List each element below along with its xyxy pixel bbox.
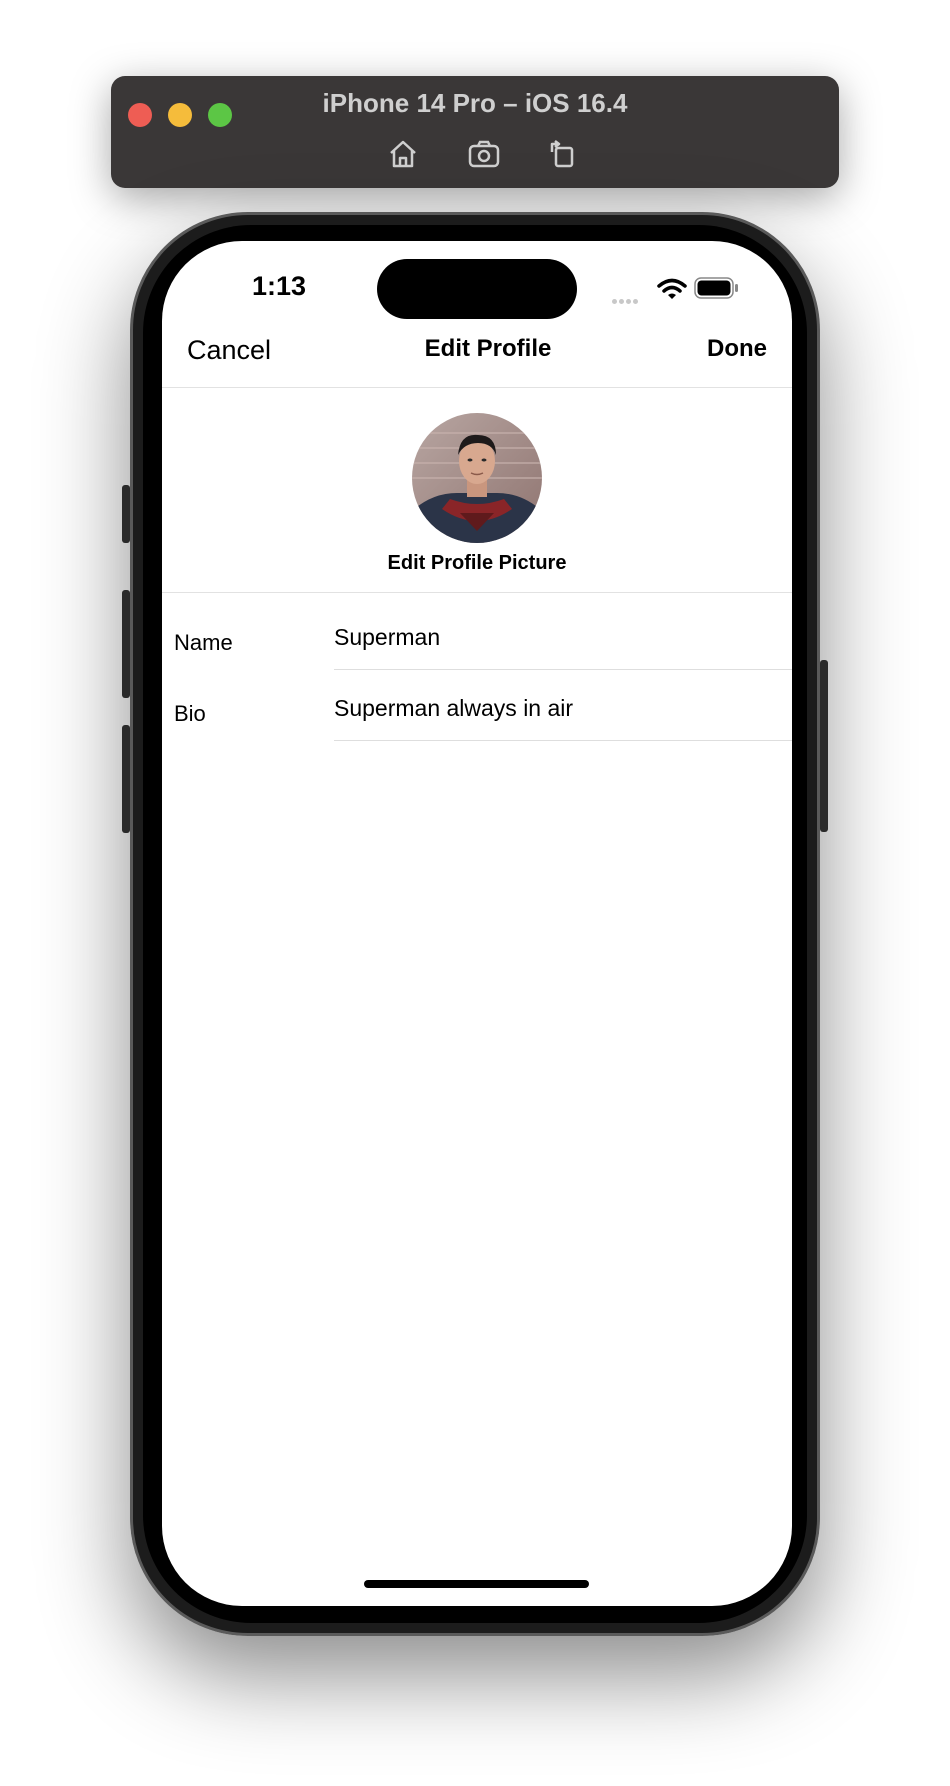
done-button[interactable]: Done	[707, 335, 767, 363]
phone-screen: 1:13 Cancel Edit Profile Done Edit Profi…	[162, 241, 792, 1606]
page-title: Edit Profile	[424, 335, 552, 362]
dynamic-island	[377, 259, 577, 319]
edit-profile-picture-button[interactable]: Edit Profile Picture	[162, 552, 792, 575]
bio-field[interactable]	[334, 692, 792, 724]
wifi-icon	[657, 278, 687, 299]
name-field-underline	[334, 669, 792, 670]
volume-down-button	[122, 725, 130, 833]
mute-switch	[122, 485, 130, 543]
status-time: 1:13	[252, 271, 307, 301]
screenshot-icon[interactable]	[464, 134, 504, 174]
home-icon[interactable]	[383, 134, 423, 174]
bio-label: Bio	[174, 701, 206, 726]
home-indicator[interactable]	[364, 1580, 589, 1588]
simulator-title: iPhone 14 Pro – iOS 16.4	[322, 88, 628, 118]
avatar[interactable]	[412, 413, 542, 543]
simulator-title-bar: iPhone 14 Pro – iOS 16.4	[111, 76, 839, 188]
name-label: Name	[174, 630, 233, 655]
name-field[interactable]	[334, 621, 792, 653]
rotate-icon[interactable]	[543, 134, 583, 174]
bio-field-underline	[334, 740, 792, 741]
header-divider	[162, 592, 792, 593]
battery-icon	[694, 277, 738, 299]
signal-icon	[612, 291, 640, 309]
volume-up-button	[122, 590, 130, 698]
power-button	[820, 660, 828, 832]
nav-divider	[162, 387, 792, 388]
profile-photo-icon	[412, 413, 542, 543]
